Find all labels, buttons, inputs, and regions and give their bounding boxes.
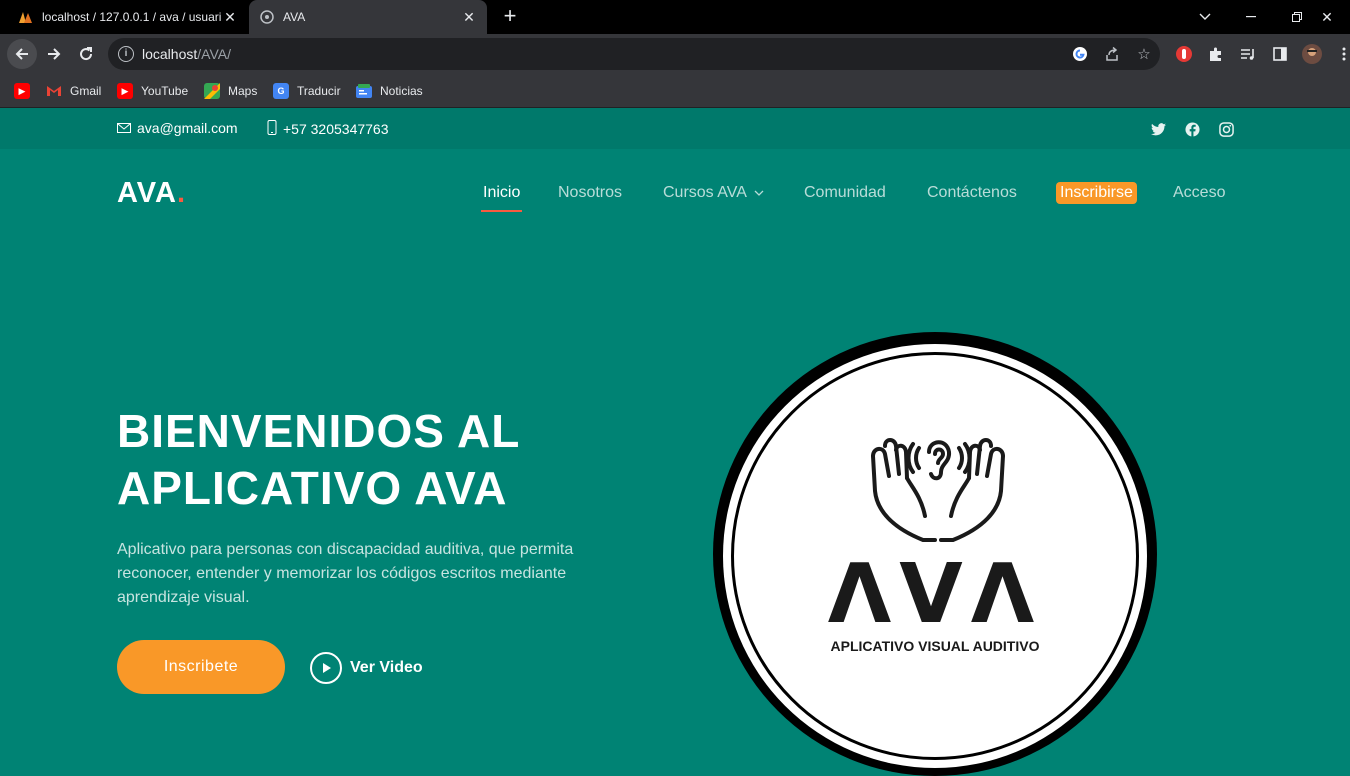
ver-video-label: Ver Video — [350, 659, 423, 676]
extensions-puzzle-icon[interactable] — [1206, 44, 1226, 64]
nav-comunidad[interactable]: Comunidad — [804, 184, 886, 202]
browser-toolbar: i localhost/AVA/ ☆ — [0, 34, 1350, 74]
envelope-icon — [117, 121, 131, 136]
youtube-icon: ▶ — [14, 83, 30, 99]
browser-menu-icon[interactable] — [1334, 44, 1350, 64]
url-text[interactable]: localhost/AVA/ — [142, 46, 231, 62]
contact-topbar: ava@gmail.com +57 3205347763 — [0, 108, 1350, 149]
close-tab-icon[interactable]: ✕ — [222, 9, 238, 25]
hero-title: BIENVENIDOS AL APLICATIVO AVA — [117, 403, 677, 517]
bookmark-noticias[interactable]: Noticias — [356, 82, 423, 100]
play-icon — [310, 652, 342, 684]
emblem-subtitle: APLICATIVO VISUAL AUDITIVO — [830, 638, 1040, 654]
minimize-icon[interactable] — [1228, 0, 1274, 34]
site-header: AVA. Inicio Nosotros Cursos AVA Comunida… — [0, 149, 1350, 239]
bookmark-gmail[interactable]: Gmail — [46, 82, 101, 100]
side-panel-icon[interactable] — [1270, 44, 1290, 64]
nav-cursos-ava[interactable]: Cursos AVA — [663, 184, 764, 202]
new-tab-button[interactable]: + — [498, 5, 522, 29]
youtube-icon: ▶ — [117, 83, 133, 99]
maps-icon — [204, 83, 220, 99]
adblock-extension-icon[interactable] — [1174, 44, 1194, 64]
tab-title: AVA — [283, 10, 306, 24]
instagram-icon[interactable] — [1217, 120, 1235, 138]
nav-acceso[interactable]: Acceso — [1173, 184, 1225, 202]
tab-search-icon[interactable] — [1182, 0, 1228, 34]
bookmarks-bar: ▶ Gmail ▶ YouTube Maps G Traducir Notici… — [0, 74, 1350, 108]
tab-title: localhost / 127.0.0.1 / ava / usuarios — [42, 10, 222, 24]
media-playlist-icon[interactable] — [1238, 44, 1258, 64]
hero-title-line-1: BIENVENIDOS AL — [117, 405, 521, 457]
google-lens-icon[interactable] — [1070, 44, 1090, 64]
translate-icon: G — [273, 83, 289, 99]
share-icon[interactable] — [1102, 44, 1122, 64]
bookmark-label: YouTube — [141, 84, 189, 98]
emblem-face: ΛVΛ APLICATIVO VISUAL AUDITIVO — [723, 344, 1147, 768]
hero-title-line-2: APLICATIVO AVA — [117, 462, 508, 514]
phone-text: +57 3205347763 — [283, 121, 389, 137]
bookmark-label: Noticias — [380, 84, 423, 98]
nav-inicio[interactable]: Inicio — [480, 184, 523, 212]
browser-tab-phpmyadmin[interactable]: localhost / 127.0.0.1 / ava / usuarios ✕ — [8, 0, 248, 34]
close-window-icon[interactable]: ✕ — [1304, 0, 1350, 34]
hands-ear-icon — [871, 438, 1005, 542]
reload-button[interactable] — [71, 39, 101, 69]
emblem-wordmark: ΛVΛ — [827, 547, 1043, 642]
site-info-icon[interactable]: i — [118, 46, 134, 62]
gmail-icon — [46, 83, 62, 99]
phpmyadmin-icon — [18, 9, 34, 25]
phone-icon — [267, 120, 277, 138]
site-logo[interactable]: AVA. — [117, 177, 186, 210]
bookmark-label: Maps — [228, 84, 258, 98]
hero-description: Aplicativo para personas con discapacida… — [117, 541, 574, 606]
back-button[interactable] — [7, 39, 37, 69]
close-tab-icon[interactable]: ✕ — [461, 9, 477, 25]
news-icon — [356, 83, 372, 99]
bookmark-star-icon[interactable]: ☆ — [1134, 44, 1154, 64]
browser-tab-strip: localhost / 127.0.0.1 / ava / usuarios ✕… — [0, 0, 1350, 34]
globe-icon — [259, 9, 275, 25]
forward-button[interactable] — [39, 39, 69, 69]
browser-tab-ava[interactable]: AVA ✕ — [249, 0, 487, 34]
contact-email[interactable]: ava@gmail.com — [117, 120, 238, 136]
url-host: localhost — [142, 46, 198, 62]
bookmark-maps[interactable]: Maps — [204, 82, 257, 100]
email-text: ava@gmail.com — [137, 120, 238, 136]
bookmark-label: Traducir — [297, 84, 341, 98]
inscribete-button[interactable]: Inscribete — [117, 640, 285, 694]
chevron-down-icon — [751, 188, 764, 200]
bookmark-label: Gmail — [70, 84, 102, 98]
logo-dot: . — [176, 177, 186, 209]
url-path: /AVA/ — [197, 46, 231, 62]
nav-nosotros[interactable]: Nosotros — [558, 184, 622, 202]
bookmark-youtube[interactable]: ▶ YouTube — [117, 82, 188, 100]
logo-text: AVA — [117, 177, 177, 209]
nav-inscribirse-button[interactable]: Inscribirse — [1056, 182, 1137, 204]
bookmark-traducir[interactable]: G Traducir — [273, 82, 341, 100]
ver-video-button[interactable]: Ver Video — [310, 652, 423, 684]
address-bar[interactable]: i localhost/AVA/ ☆ — [108, 38, 1160, 70]
nav-cursos-label: Cursos AVA — [663, 184, 747, 201]
twitter-icon[interactable] — [1149, 120, 1167, 138]
ava-emblem: ΛVΛ APLICATIVO VISUAL AUDITIVO — [713, 332, 1157, 776]
contact-phone[interactable]: +57 3205347763 — [267, 120, 389, 138]
nav-contactenos[interactable]: Contáctenos — [927, 184, 1017, 202]
bookmark-youtube-shortcut[interactable]: ▶ — [14, 82, 38, 100]
facebook-icon[interactable] — [1183, 120, 1201, 138]
profile-avatar[interactable] — [1302, 44, 1322, 64]
